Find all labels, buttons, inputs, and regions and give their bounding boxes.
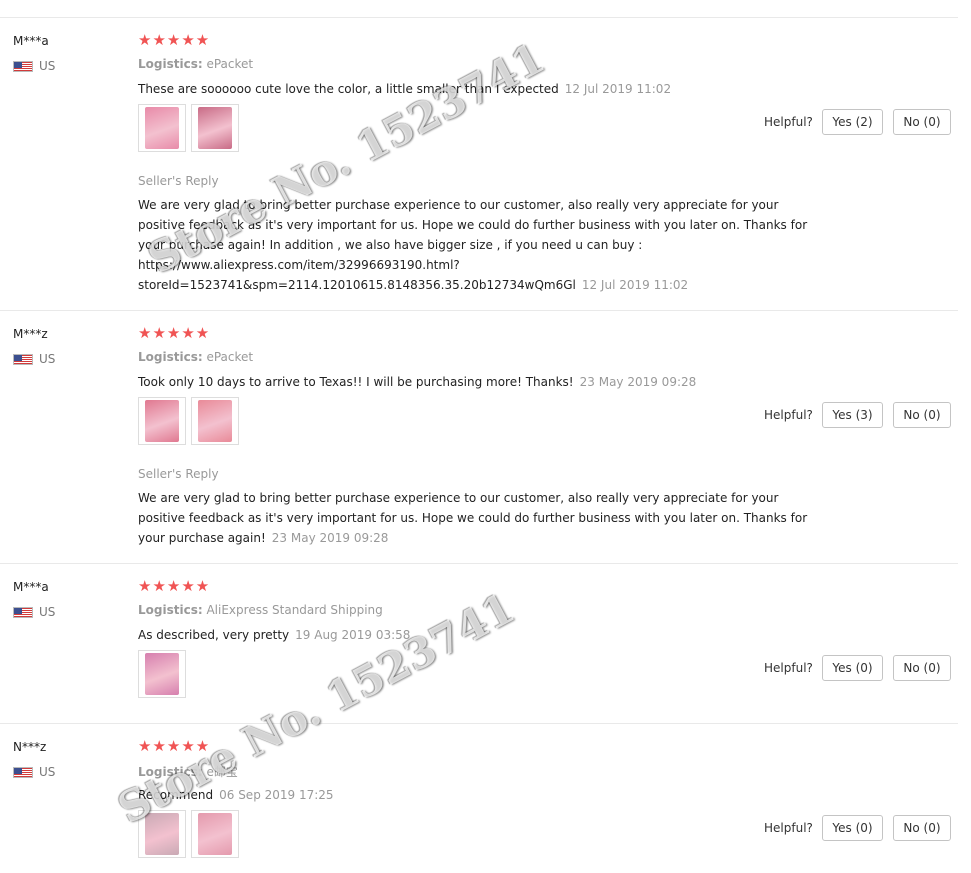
review-photo-thumbnail[interactable] [191,104,239,152]
helpful-yes-button[interactable]: Yes (3) [822,402,883,428]
review-text: Took only 10 days to arrive to Texas!! I… [138,375,696,389]
reviewer-name: M***a [13,34,49,48]
reviewer-name: N***z [13,740,47,754]
helpful-no-button[interactable]: No (0) [893,402,951,428]
seller-reply-line: your purchase again! 23 May 2019 09:28 [138,531,389,545]
seller-reply-line: positive feedback as it's very important… [138,218,808,232]
review-photo-thumbnail[interactable] [191,397,239,445]
country-code: US [39,59,56,73]
country-code: US [39,605,56,619]
review-text: These are soooooo cute love the color, a… [138,82,671,96]
logistics-info: Logistics: ePacket [138,57,253,71]
photo-image [198,813,232,855]
review-list: M***a US ★★★★★ Logistics: ePacket These are … [0,0,971,873]
helpful-label: Helpful? [764,661,813,675]
review-divider [0,310,958,311]
review-date: 06 Sep 2019 17:25 [219,788,334,802]
helpful-no-button[interactable]: No (0) [893,815,951,841]
star-rating: ★★★★★ [138,31,211,49]
country-code: US [39,765,56,779]
logistics-value: ePacket [206,57,254,71]
review-date: 23 May 2019 09:28 [579,375,697,389]
seller-reply-line: https://www.aliexpress.com/item/32996693… [138,258,460,272]
helpful-yes-button[interactable]: Yes (0) [822,655,883,681]
reviewer-country: US [13,765,55,779]
review-body: These are soooooo cute love the color, a… [138,82,559,96]
photo-image [145,400,179,442]
review-photos [138,810,239,858]
helpful-label: Helpful? [764,408,813,422]
review-photo-thumbnail[interactable] [138,104,186,152]
review-body: Recommend [138,788,214,802]
logistics-label: Logistics: [138,57,203,71]
review-divider [0,563,958,564]
logistics-value: e邮宝 [206,765,238,779]
logistics-info: Logistics: AliExpress Standard Shipping [138,603,383,617]
photo-image [145,813,179,855]
photo-image [198,107,232,149]
review-divider [0,723,958,724]
seller-reply-title: Seller's Reply [138,174,219,188]
logistics-info: Logistics: e邮宝 [138,763,238,780]
photo-image [198,400,232,442]
logistics-label: Logistics: [138,765,203,779]
seller-reply-text: We are very glad to bring better purchas… [138,488,828,548]
reviewer-name: M***a [13,580,49,594]
seller-reply-line: We are very glad to bring better purchas… [138,198,779,212]
star-rating: ★★★★★ [138,577,211,595]
logistics-label: Logistics: [138,603,203,617]
us-flag-icon [13,60,33,72]
review-divider [0,17,958,18]
seller-reply-line: storeId=1523741&spm=2114.12010615.814835… [138,278,689,292]
review-photo-thumbnail[interactable] [138,650,186,698]
review-photo-thumbnail[interactable] [138,810,186,858]
reviewer-country: US [13,352,55,366]
seller-reply-line: We are very glad to bring better purchas… [138,491,779,505]
photo-image [145,653,179,695]
review-text: Recommend 06 Sep 2019 17:25 [138,788,334,802]
review-body: As described, very pretty [138,628,290,642]
helpful-label: Helpful? [764,821,813,835]
seller-reply-title: Seller's Reply [138,467,219,481]
photo-image [145,107,179,149]
review-photo-thumbnail[interactable] [191,810,239,858]
logistics-info: Logistics: ePacket [138,350,253,364]
helpful-no-button[interactable]: No (0) [893,109,951,135]
seller-reply-line: positive feedback as it's very important… [138,511,808,525]
review-photos [138,650,186,698]
country-code: US [39,352,56,366]
review-text: As described, very pretty 19 Aug 2019 03:… [138,628,410,642]
review-date: 12 Jul 2019 11:02 [564,82,672,96]
logistics-value: AliExpress Standard Shipping [206,603,383,617]
review-photos [138,104,239,152]
helpful-yes-button[interactable]: Yes (0) [822,815,883,841]
review-body: Took only 10 days to arrive to Texas!! I… [138,375,574,389]
logistics-label: Logistics: [138,350,203,364]
review-photos [138,397,239,445]
helpful-label: Helpful? [764,115,813,129]
seller-reply-line: your purchase again! In addition , we al… [138,238,643,252]
helpful-no-button[interactable]: No (0) [893,655,951,681]
star-rating: ★★★★★ [138,324,211,342]
seller-reply-text: We are very glad to bring better purchas… [138,195,828,295]
logistics-value: ePacket [206,350,254,364]
reviewer-name: M***z [13,327,48,341]
reviewer-country: US [13,59,55,73]
review-photo-thumbnail[interactable] [138,397,186,445]
helpful-yes-button[interactable]: Yes (2) [822,109,883,135]
seller-reply-date: 23 May 2019 09:28 [271,531,389,545]
us-flag-icon [13,353,33,365]
reviewer-country: US [13,605,55,619]
star-rating: ★★★★★ [138,737,211,755]
seller-reply-date: 12 Jul 2019 11:02 [581,278,689,292]
review-date: 19 Aug 2019 03:58 [295,628,411,642]
us-flag-icon [13,766,33,778]
us-flag-icon [13,606,33,618]
